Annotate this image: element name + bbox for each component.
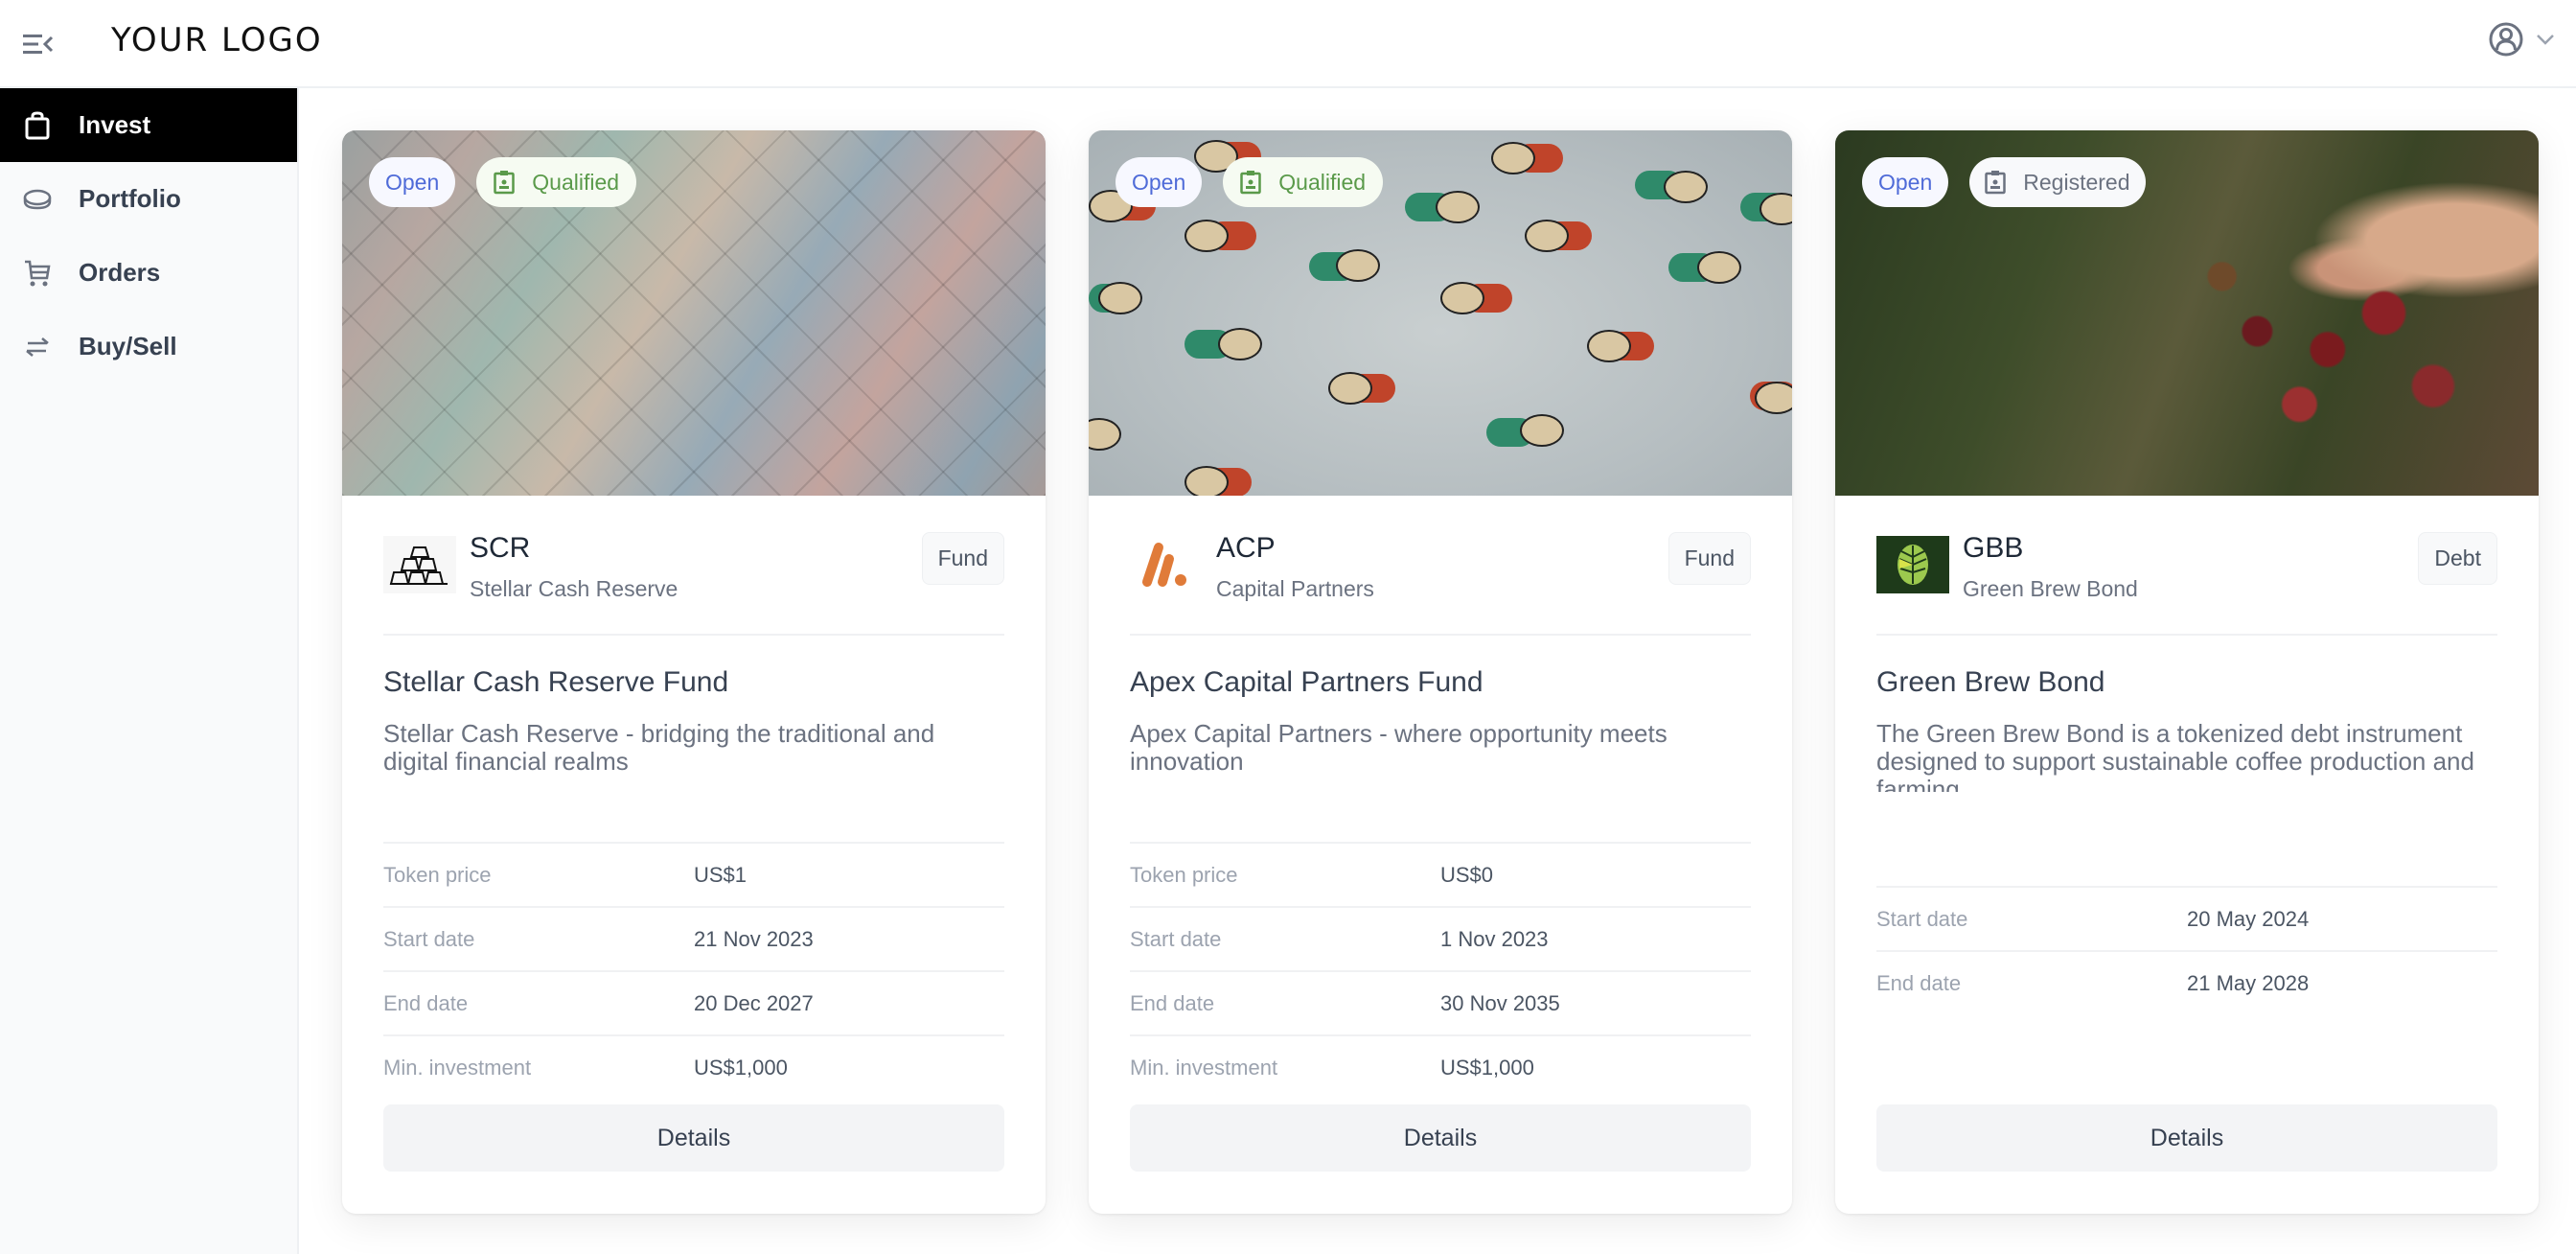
shopping-bag-icon bbox=[23, 110, 52, 140]
status-badge: Open bbox=[369, 157, 456, 207]
main-content: Open Qualified SCR Stellar Cash Reserve … bbox=[299, 88, 2576, 1254]
user-menu-button[interactable] bbox=[2488, 21, 2555, 58]
sidebar-item-portfolio[interactable]: Portfolio bbox=[0, 162, 297, 236]
detail-row: End date 20 Dec 2027 bbox=[383, 970, 1004, 1034]
coins-icon bbox=[23, 185, 52, 214]
asset-name: Green Brew Bond bbox=[1963, 576, 2138, 601]
sidebar-item-label: Buy/Sell bbox=[79, 332, 177, 360]
asset-card-gbb: Open Registered GBB Green Brew Bond Debt… bbox=[1835, 130, 2539, 1214]
asset-type-tag: Fund bbox=[921, 532, 1004, 585]
card-title: Stellar Cash Reserve Fund bbox=[383, 666, 729, 698]
detail-row: End date 21 May 2028 bbox=[1876, 950, 2497, 1014]
access-badge: Qualified bbox=[476, 157, 637, 207]
clipboard-user-icon bbox=[1240, 171, 1262, 195]
menu-collapse-button[interactable] bbox=[21, 27, 56, 61]
asset-name: Capital Partners bbox=[1216, 576, 1374, 601]
asset-type-tag: Fund bbox=[1668, 532, 1751, 585]
details-table: Token price US$0 Start date 1 Nov 2023 End… bbox=[1130, 842, 1751, 1099]
detail-row: Token price US$1 bbox=[383, 842, 1004, 906]
card-description: Apex Capital Partners - where opportunit… bbox=[1130, 720, 1668, 776]
clipboard-user-icon bbox=[1985, 171, 2007, 195]
card-description: Stellar Cash Reserve - bridging the trad… bbox=[383, 720, 935, 776]
leaf-logo bbox=[1876, 536, 1949, 593]
gold-bars-logo bbox=[383, 536, 456, 593]
access-badge: Qualified bbox=[1223, 157, 1384, 207]
detail-row: End date 30 Nov 2035 bbox=[1130, 970, 1751, 1034]
detail-row: Start date 21 Nov 2023 bbox=[383, 906, 1004, 970]
asset-name: Stellar Cash Reserve bbox=[470, 576, 678, 601]
details-table: Start date 20 May 2024 End date 21 May 202… bbox=[1876, 886, 2497, 1014]
detail-row: Start date 1 Nov 2023 bbox=[1130, 906, 1751, 970]
card-image: Open Qualified bbox=[1089, 130, 1792, 496]
asset-type-tag: Debt bbox=[2418, 532, 2497, 585]
sidebar-item-invest[interactable]: Invest bbox=[0, 88, 297, 162]
card-image: Open Registered bbox=[1835, 130, 2539, 496]
user-circle-icon bbox=[2489, 22, 2523, 57]
details-button[interactable]: Details bbox=[1876, 1104, 2497, 1172]
sidebar-item-orders[interactable]: Orders bbox=[0, 236, 297, 310]
status-badge: Open bbox=[1862, 157, 1949, 207]
sidebar-item-label: Portfolio bbox=[79, 184, 181, 213]
clipboard-user-icon bbox=[494, 171, 516, 195]
detail-row: Token price US$0 bbox=[1130, 842, 1751, 906]
card-image: Open Qualified bbox=[342, 130, 1046, 496]
status-badge: Open bbox=[1116, 157, 1203, 207]
asset-card-scr: Open Qualified SCR Stellar Cash Reserve … bbox=[342, 130, 1046, 1214]
details-button[interactable]: Details bbox=[383, 1104, 1004, 1172]
swap-arrows-icon bbox=[23, 333, 52, 361]
menu-collapse-icon bbox=[23, 35, 54, 54]
detail-row: Min. investment US$1,000 bbox=[1130, 1034, 1751, 1099]
card-title: Green Brew Bond bbox=[1876, 666, 2105, 698]
detail-row: Start date 20 May 2024 bbox=[1876, 886, 2497, 950]
access-badge: Registered bbox=[1969, 157, 2146, 207]
asset-card-acp: Open Qualified ACP Capital Partners Fund… bbox=[1089, 130, 1792, 1214]
details-button[interactable]: Details bbox=[1130, 1104, 1751, 1172]
sidebar: Invest Portfolio Orders Buy/Sell bbox=[0, 88, 299, 1254]
app-logo[interactable]: YOUR LOGO bbox=[111, 21, 323, 59]
top-header: YOUR LOGO bbox=[0, 0, 2576, 88]
sidebar-item-label: Invest bbox=[79, 110, 151, 139]
details-table: Token price US$1 Start date 21 Nov 2023 En… bbox=[383, 842, 1004, 1099]
card-title: Apex Capital Partners Fund bbox=[1130, 666, 1484, 698]
asset-code: SCR bbox=[470, 532, 531, 564]
cart-icon bbox=[23, 259, 52, 288]
sidebar-item-buy-sell[interactable]: Buy/Sell bbox=[0, 310, 297, 383]
asset-code: ACP bbox=[1216, 532, 1276, 564]
detail-row: Min. investment US$1,000 bbox=[383, 1034, 1004, 1099]
asset-code: GBB bbox=[1963, 532, 2024, 564]
chevron-down-icon bbox=[2537, 35, 2554, 45]
card-description: The Green Brew Bond is a tokenized debt … bbox=[1876, 720, 2474, 792]
acp-logo bbox=[1130, 536, 1203, 593]
sidebar-item-label: Orders bbox=[79, 258, 161, 287]
